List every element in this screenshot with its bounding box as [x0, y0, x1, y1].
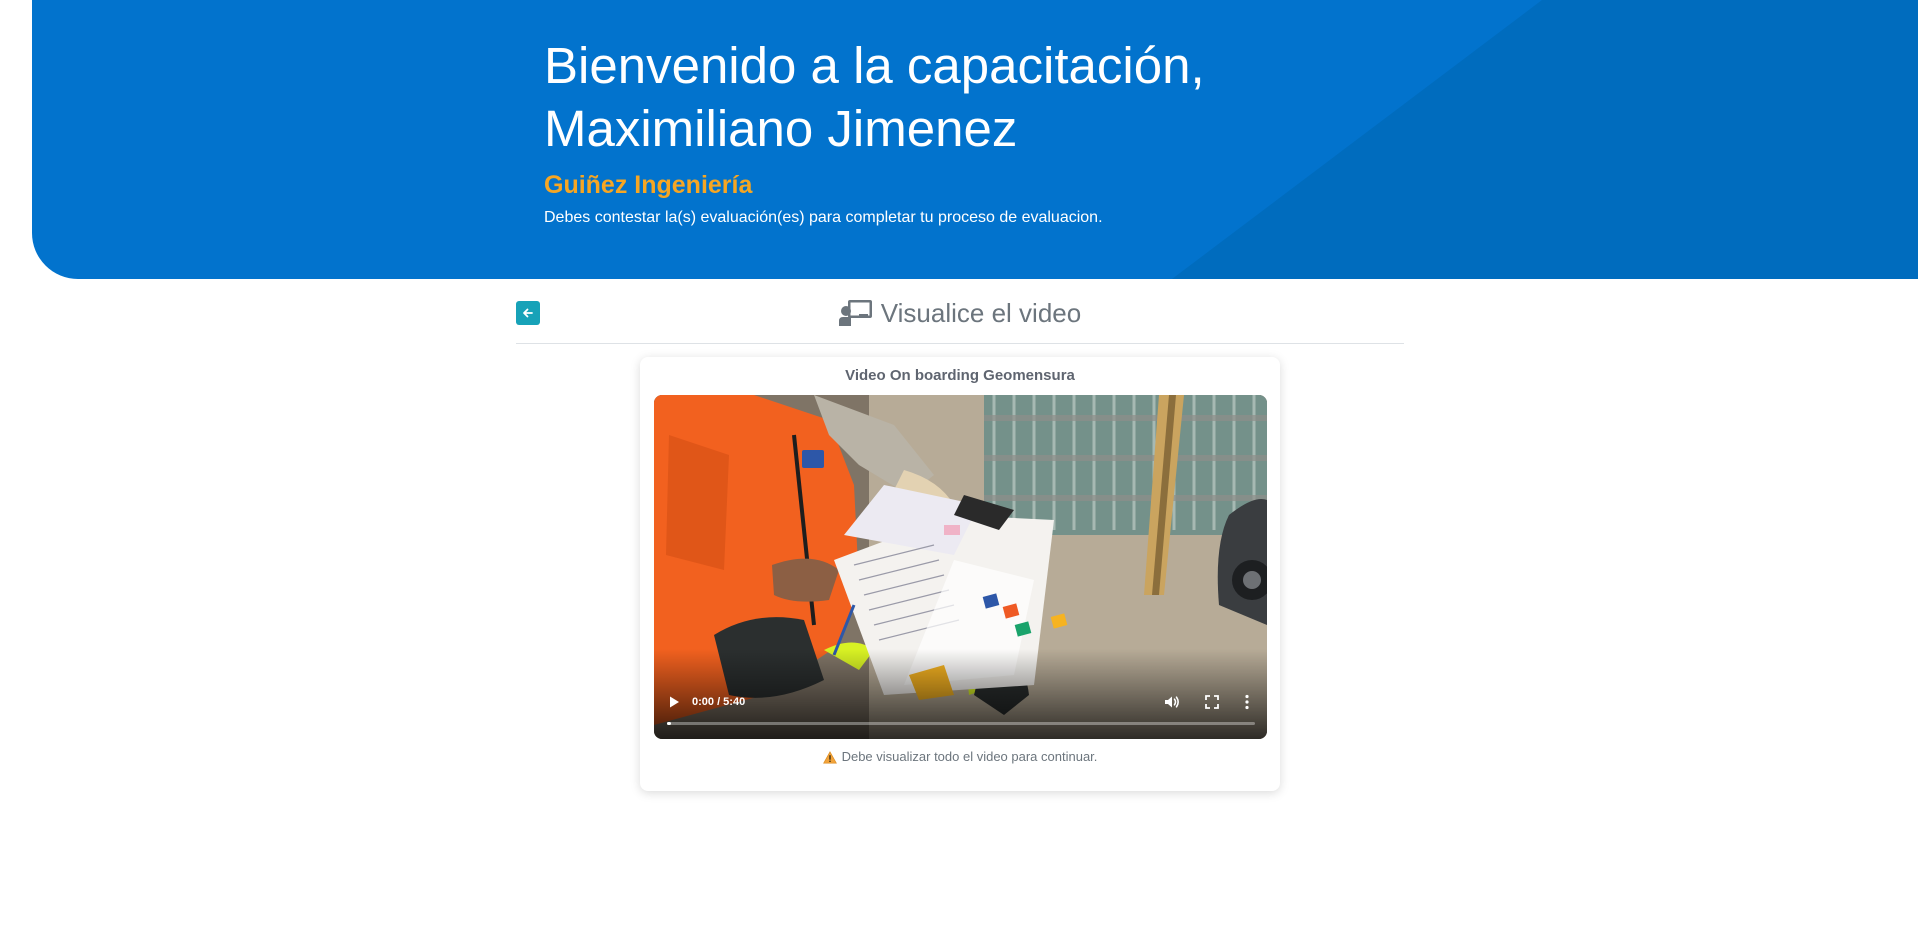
welcome-banner: Bienvenido a la capacitación, Maximilian…: [32, 0, 1918, 279]
warning-icon: [822, 750, 837, 763]
chalkboard-teacher-icon: [838, 300, 872, 326]
welcome-subtitle: Debes contestar la(s) evaluación(es) par…: [544, 209, 1103, 226]
section-title: Visualice el video: [516, 296, 1404, 330]
fullscreen-icon[interactable]: [1204, 694, 1220, 710]
company-name: Guiñez Ingeniería: [544, 171, 753, 199]
video-player[interactable]: 0:00 / 5:40: [654, 395, 1267, 739]
welcome-title-line1: Bienvenido a la capacitación,: [544, 37, 1205, 94]
video-progress-fill: [667, 722, 671, 725]
more-options-icon[interactable]: [1239, 693, 1255, 711]
video-time: 0:00 / 5:40: [692, 696, 746, 708]
video-warning: Debe visualizar todo el video para conti…: [640, 749, 1280, 765]
video-card: Video On boarding Geomensura 0:00 / 5:40…: [640, 357, 1280, 791]
welcome-title: Bienvenido a la capacitación, Maximilian…: [544, 34, 1444, 160]
volume-icon[interactable]: [1163, 693, 1181, 711]
video-progress-bar[interactable]: [667, 722, 1255, 725]
section-title-text: Visualice el video: [880, 298, 1082, 328]
play-icon[interactable]: [666, 694, 682, 710]
video-section-header: Visualice el video: [516, 296, 1404, 344]
user-name: Maximiliano Jimenez: [544, 100, 1018, 157]
warning-text: Debe visualizar todo el video para conti…: [841, 749, 1098, 764]
video-title: Video On boarding Geomensura: [845, 367, 1075, 384]
